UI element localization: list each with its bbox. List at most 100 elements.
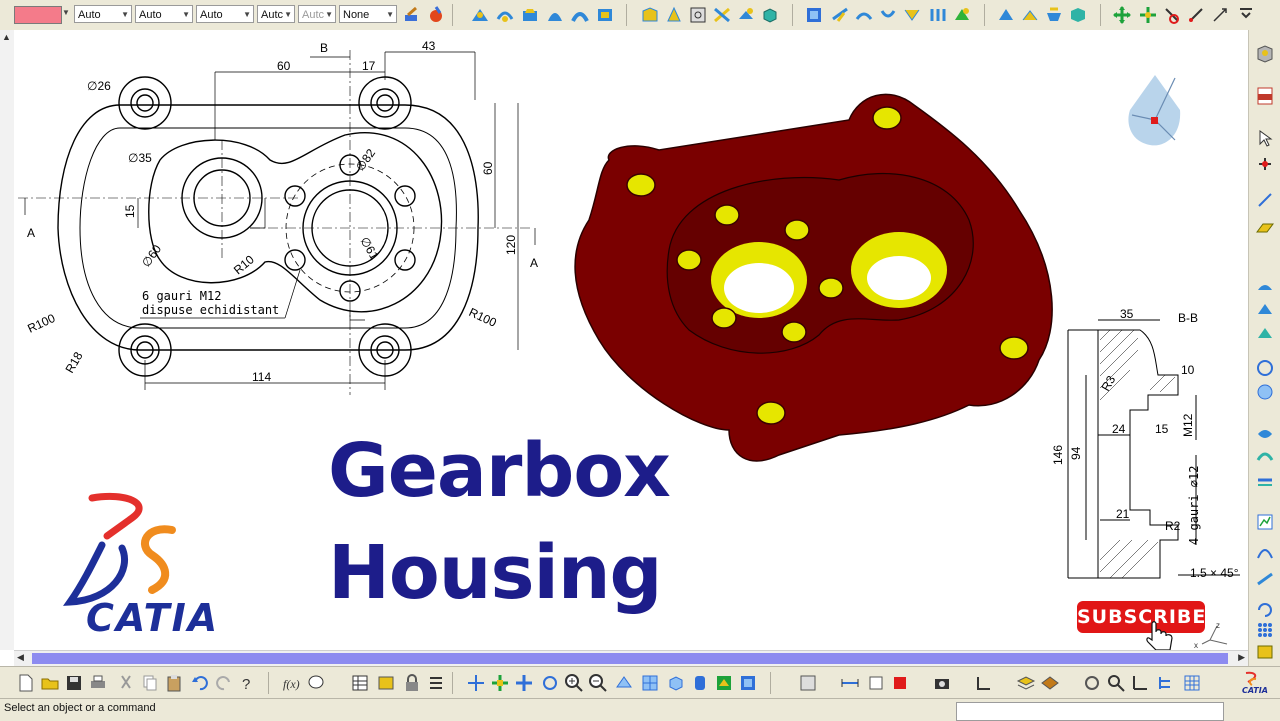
sketcher-icon[interactable] <box>470 5 490 25</box>
table-icon[interactable] <box>350 673 370 693</box>
shading-edges-icon[interactable] <box>714 673 734 693</box>
rotate-view-icon[interactable] <box>540 673 560 693</box>
measure-icon[interactable] <box>1186 5 1206 25</box>
zoom-fit-icon[interactable] <box>1138 5 1158 25</box>
axis-line-icon[interactable] <box>1210 5 1230 25</box>
fit-all-icon[interactable] <box>490 673 510 693</box>
box-icon[interactable] <box>760 5 780 25</box>
scroll-left-arrow-icon[interactable]: ◀ <box>17 652 24 663</box>
shading-icon[interactable] <box>690 673 710 693</box>
select-icon[interactable] <box>1255 128 1275 148</box>
thickness-select[interactable]: Auto ▼ <box>135 5 193 23</box>
circle-icon[interactable] <box>1255 358 1275 378</box>
copy-icon[interactable] <box>140 673 160 693</box>
material-select[interactable]: None ▼ <box>339 5 397 23</box>
sphere-icon[interactable] <box>1255 382 1275 402</box>
color-picker[interactable] <box>14 6 62 24</box>
line-icon[interactable] <box>1255 190 1275 210</box>
undo-icon[interactable] <box>190 673 210 693</box>
draft-analysis-icon[interactable] <box>1255 570 1275 590</box>
analysis-icon[interactable] <box>1255 512 1275 532</box>
swap-visible-space-icon[interactable] <box>798 673 818 693</box>
zoom-out-icon[interactable] <box>588 673 608 693</box>
help-icon[interactable]: ? <box>238 673 258 693</box>
grid-display-icon[interactable] <box>1182 673 1202 693</box>
part-design-icon[interactable] <box>1255 44 1275 64</box>
translate-icon[interactable] <box>996 5 1016 25</box>
formula-icon[interactable]: f(x) <box>282 673 302 693</box>
no-show-icon[interactable] <box>1162 5 1182 25</box>
color-dropdown-arrow-icon[interactable]: ▼ <box>62 8 70 17</box>
pocket-icon[interactable] <box>520 5 540 25</box>
rib-icon[interactable] <box>854 5 874 25</box>
mirror-icon[interactable] <box>1068 5 1088 25</box>
capture-icon[interactable] <box>932 673 952 693</box>
catalog-browser-icon[interactable] <box>376 673 396 693</box>
hide-show-icon[interactable] <box>738 673 758 693</box>
measure-inertia-icon[interactable] <box>890 673 910 693</box>
power-input-field[interactable] <box>956 702 1224 721</box>
parameters-icon[interactable] <box>426 673 446 693</box>
sweep-icon[interactable] <box>1255 324 1275 344</box>
refresh-icon[interactable] <box>1082 673 1102 693</box>
scroll-right-arrow-icon[interactable]: ▶ <box>1238 652 1245 663</box>
layers-icon[interactable] <box>1016 673 1036 693</box>
scroll-up-arrow-icon[interactable]: ▲ <box>2 32 11 42</box>
pointtype-select[interactable]: Auto ▼ <box>196 5 254 23</box>
tree-icon[interactable] <box>1156 673 1176 693</box>
boolean-icon[interactable] <box>804 5 824 25</box>
curvature-icon[interactable] <box>1255 542 1275 562</box>
constraint-icon[interactable] <box>1255 154 1275 174</box>
revolve-icon[interactable] <box>1255 300 1275 320</box>
knowledge-icon[interactable] <box>306 673 326 693</box>
linetype-select[interactable]: Auto ▼ <box>74 5 132 23</box>
new-file-icon[interactable] <box>16 673 36 693</box>
cut-icon[interactable] <box>116 673 136 693</box>
pan-icon[interactable] <box>1112 5 1132 25</box>
multi-section-icon[interactable] <box>928 5 948 25</box>
pdf-icon[interactable] <box>1255 86 1275 106</box>
save-icon[interactable] <box>64 673 84 693</box>
fillet-icon[interactable] <box>640 5 660 25</box>
chamfer-icon[interactable] <box>664 5 684 25</box>
zoom-in-icon[interactable] <box>564 673 584 693</box>
slot-icon[interactable] <box>878 5 898 25</box>
apply-material-icon[interactable] <box>1040 673 1060 693</box>
properties-icon[interactable] <box>426 5 446 25</box>
split-icon[interactable] <box>830 5 850 25</box>
fly-mode-icon[interactable] <box>466 673 486 693</box>
search-icon[interactable] <box>1106 673 1126 693</box>
blend-icon[interactable] <box>1255 446 1275 466</box>
remove-face-icon[interactable] <box>952 5 972 25</box>
layer-select[interactable]: Autc ▼ <box>257 5 295 23</box>
horizontal-scrollbar[interactable]: ◀ ▶ <box>14 650 1248 667</box>
offset-icon[interactable] <box>1255 470 1275 490</box>
shaft-icon[interactable] <box>545 5 565 25</box>
shell-icon[interactable] <box>688 5 708 25</box>
print-icon[interactable] <box>88 673 108 693</box>
catalog-icon[interactable] <box>1255 642 1275 662</box>
more-tools-icon[interactable] <box>1236 5 1256 25</box>
painter-icon[interactable] <box>402 5 422 25</box>
stiffener-icon[interactable] <box>902 5 922 25</box>
scrollbar-thumb[interactable] <box>32 653 1228 664</box>
hole-icon[interactable] <box>595 5 615 25</box>
pad-icon[interactable] <box>495 5 515 25</box>
update-icon[interactable] <box>1255 600 1275 620</box>
iso-view-icon[interactable] <box>666 673 686 693</box>
grid-settings-icon[interactable] <box>974 673 994 693</box>
multi-view-icon[interactable] <box>640 673 660 693</box>
axis-system-icon[interactable] <box>1130 673 1150 693</box>
symmetry-icon[interactable] <box>1044 5 1064 25</box>
rotate-icon[interactable] <box>1020 5 1040 25</box>
grid-icon[interactable] <box>1255 620 1275 640</box>
thickness-icon[interactable] <box>736 5 756 25</box>
geometry-canvas[interactable]: 60 17 43 B 60 120 15 114 ∅26 ∅35 ∅82 ∅60… <box>14 30 1248 651</box>
compass-icon[interactable] <box>1120 70 1190 150</box>
draft-icon[interactable] <box>712 5 732 25</box>
groove-icon[interactable] <box>570 5 590 25</box>
normal-view-icon[interactable] <box>614 673 634 693</box>
lock-icon[interactable] <box>402 673 422 693</box>
measure-item-icon[interactable] <box>866 673 886 693</box>
rendering-style-select[interactable]: Autc ▼ <box>298 5 336 23</box>
